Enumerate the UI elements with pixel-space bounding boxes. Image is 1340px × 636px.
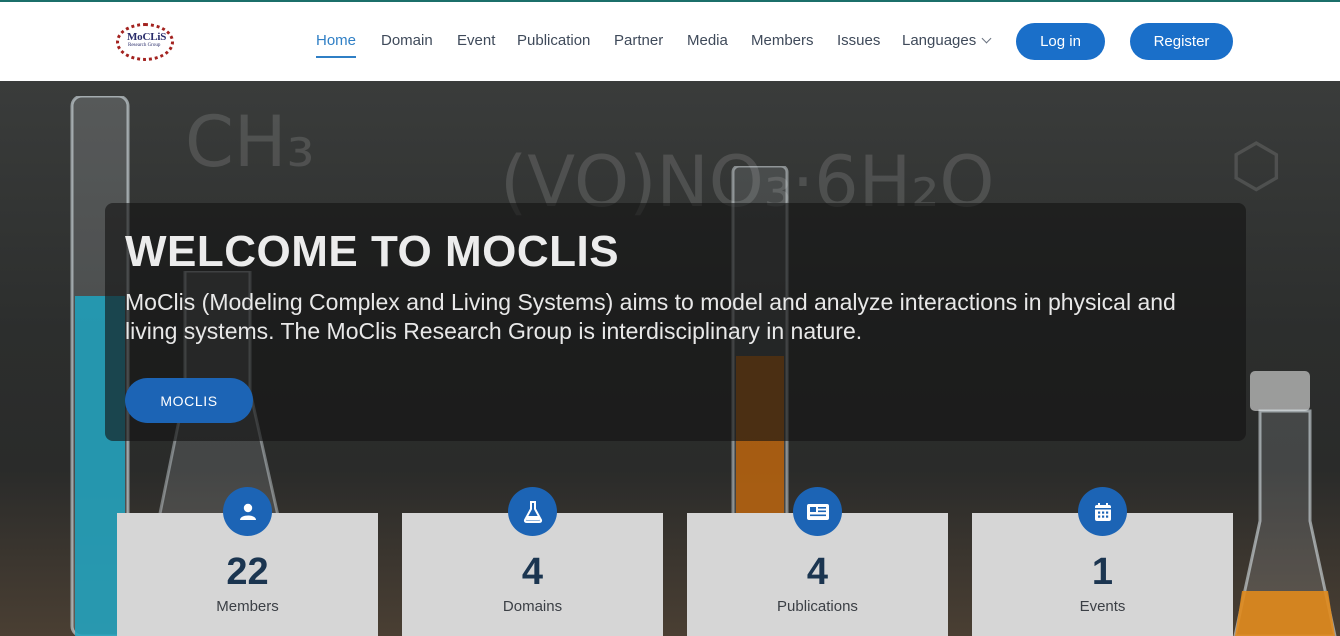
hero-description: MoClis (Modeling Complex and Living Syst… [125,289,1176,344]
hero-title: WELCOME TO MOCLIS [125,227,620,276]
nav-languages[interactable]: Languages [902,32,992,49]
stat-card-domains: 4 Domains [402,487,663,636]
newspaper-icon [793,487,842,536]
stat-value: 4 [806,551,829,593]
nav-home-label: Home [316,32,357,49]
active-underline [316,56,357,58]
nav-languages-label: Languages [902,32,977,49]
stat-card-publications: 4 Publications [687,487,948,636]
stat-label: Domains [502,598,563,615]
hero-section: CH₃ (VO)NO₃·6H₂O ⬡ WELCOME TO MOCLIS MoC… [0,81,1340,636]
nav-event[interactable]: Event [457,32,495,49]
stat-value: 22 [226,551,269,593]
moclis-button[interactable]: MOCLIS [125,378,253,423]
login-button[interactable]: Log in [1016,23,1105,60]
stat-card-members: 22 Members [117,487,378,636]
stat-label: Publications [777,598,858,615]
nav-media[interactable]: Media [687,32,728,49]
chevron-down-icon [981,33,992,44]
nav-home[interactable]: Home [316,32,357,58]
site-header: MoCLiS Research Group Home Domain Event … [0,2,1340,81]
stat-value: 4 [521,551,544,593]
stat-label: Members [216,598,279,615]
calendar-icon [1078,487,1127,536]
register-button[interactable]: Register [1130,23,1233,60]
stat-value: 1 [1091,551,1114,593]
flask-icon [508,487,557,536]
stat-card-events: 1 Events [972,487,1233,636]
site-logo[interactable]: MoCLiS Research Group [116,23,174,61]
chalk-scribble: ⬡ [1230,131,1283,201]
flask-orange-illustration [1233,371,1337,636]
nav-domain[interactable]: Domain [381,32,433,49]
logo-subtext: Research Group [128,43,161,48]
stat-label: Events [1079,598,1126,615]
nav-members[interactable]: Members [751,32,814,49]
nav-publication[interactable]: Publication [517,32,590,49]
hero-overlay: WELCOME TO MOCLIS MoClis (Modeling Compl… [105,203,1246,441]
nav-partner[interactable]: Partner [614,32,663,49]
chalk-scribble: CH₃ [185,101,315,183]
nav-issues[interactable]: Issues [837,32,880,49]
user-icon [223,487,272,536]
logo-text: MoCLiS [127,31,167,43]
